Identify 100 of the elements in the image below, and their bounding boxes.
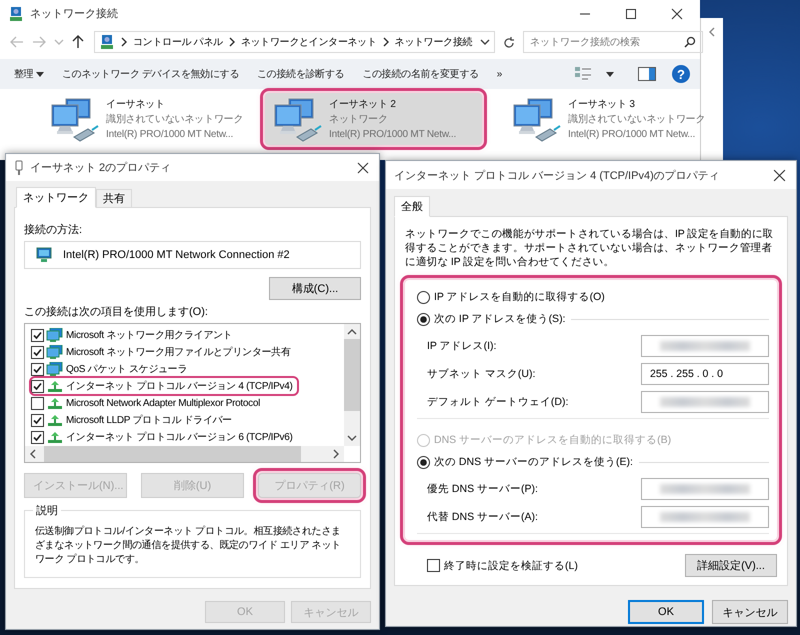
checkbox[interactable]: [31, 430, 44, 444]
network-adapter-icon: [35, 247, 53, 263]
items-list[interactable]: [24, 323, 361, 463]
toolbar-button[interactable]: この接続の名前を変更する: [356, 67, 485, 81]
caret-icon: [36, 72, 44, 77]
protocol-icon: [46, 379, 64, 393]
radio-option[interactable]: 次の IP アドレスを使う(S):: [417, 312, 566, 326]
radio-option[interactable]: 次の DNS サーバーのアドレスを使う(E):: [417, 455, 633, 469]
scrollbar[interactable]: [25, 446, 344, 462]
network-folder-icon: [99, 34, 115, 50]
breadcrumb-separator-icon[interactable]: [380, 37, 391, 47]
adapter-device: Intel(R) PRO/1000 MT Netw...: [106, 128, 234, 142]
field-label: 優先 DNS サーバー(P):: [427, 482, 538, 496]
field-label: IP アドレス(I):: [427, 339, 496, 353]
dialog-title: インターネット プロトコル バージョン 4 (TCP/IPv4)のプロパティ: [394, 168, 720, 182]
tab[interactable]: 全般: [394, 196, 430, 217]
list-label: この接続は次の項目を使用します(O):: [24, 304, 209, 319]
chevron-icon[interactable]: [707, 27, 717, 37]
radio-button[interactable]: [417, 312, 430, 326]
toolbar-button[interactable]: このネットワーク デバイスを無効にする: [56, 67, 245, 81]
ip-address-field[interactable]: 255 . 255 . 0 . 0: [641, 363, 769, 385]
list-item[interactable]: Microsoft LLDP プロトコル ドライバー: [66, 413, 232, 427]
ip-address-field[interactable]: [641, 506, 769, 528]
list-item[interactable]: インターネット プロトコル バージョン 6 (TCP/IPv6): [66, 430, 293, 444]
checkbox[interactable]: [31, 414, 44, 426]
list-item[interactable]: Microsoft Network Adapter Multiplexor Protocol: [66, 398, 260, 408]
field-value: 255 . 255 . 0 . 0: [650, 368, 723, 380]
dialog-button[interactable]: キャンセル: [712, 600, 788, 624]
intro-text: ネットワークでこの機能がサポートされている場合は、IP 設定を自動的に取得することができます。サポートされていない場合は、ネットワーク管理者に適切な IP 設定を問い合わせてください。: [405, 227, 774, 269]
tab[interactable]: 共有: [96, 189, 132, 208]
breadcrumb[interactable]: ネットワークとインターネット: [240, 35, 377, 49]
list-item[interactable]: QoS パケット スケジューラ: [66, 362, 188, 376]
checkbox[interactable]: [427, 559, 440, 572]
caret-icon[interactable]: [606, 72, 614, 76]
breadcrumb-separator-icon[interactable]: [226, 37, 237, 47]
checkbox[interactable]: [31, 396, 44, 410]
protocol-icon: [46, 430, 64, 444]
radio-button[interactable]: [417, 290, 430, 304]
checkbox-option[interactable]: 終了時に設定を検証する(L): [427, 558, 578, 572]
close-icon[interactable]: [357, 162, 369, 174]
view-options-icon[interactable]: [574, 66, 592, 82]
breadcrumb[interactable]: コントロール パネル: [133, 35, 223, 49]
close-icon[interactable]: [773, 168, 786, 182]
adapter-tile[interactable]: イーサネット 2 ネットワーク Intel(R) PRO/1000 MT Netw...: [265, 93, 482, 145]
more-button[interactable]: »: [490, 68, 508, 80]
ip-address-field[interactable]: [641, 478, 769, 500]
list-item[interactable]: Microsoft ネットワーク用クライアント: [66, 328, 232, 342]
adapter-device: Intel(R) PRO/1000 MT Netw...: [568, 128, 696, 142]
adapter-name: Intel(R) PRO/1000 MT Network Connection #2: [63, 249, 290, 261]
refresh-icon[interactable]: [503, 36, 516, 48]
checkbox[interactable]: [31, 346, 44, 358]
scroll-up-icon[interactable]: [347, 327, 357, 337]
radio-option[interactable]: IP アドレスを自動的に取得する(O): [417, 290, 605, 304]
dialog-button[interactable]: OK: [628, 600, 704, 624]
network-folder-icon: [8, 6, 24, 22]
help-icon[interactable]: ?: [672, 65, 690, 83]
preview-pane-icon[interactable]: [638, 67, 656, 81]
radio-button[interactable]: [417, 456, 430, 468]
ip-address-field[interactable]: [641, 335, 769, 357]
checkbox[interactable]: [31, 380, 44, 392]
tab[interactable]: ネットワーク: [16, 187, 96, 208]
protocol-icon: [46, 413, 64, 427]
scroll-down-icon[interactable]: [347, 433, 357, 443]
maximize-icon[interactable]: [625, 8, 637, 20]
checkbox[interactable]: [31, 328, 44, 342]
close-icon[interactable]: [671, 8, 683, 20]
search-icon[interactable]: [684, 36, 696, 48]
window-title: ネットワーク接続: [30, 6, 118, 21]
organize-menu[interactable]: 整理: [8, 67, 50, 81]
dropdown-icon[interactable]: [480, 37, 490, 47]
field-label: サブネット マスク(U):: [427, 367, 536, 381]
description-text: 伝送制御プロトコル/インターネット プロトコル。相互接続されたさまざまなネットワーク間の通信を提供する、既定のワイド エリア ネットワーク プロトコルです。: [35, 525, 342, 567]
scroll-right-icon[interactable]: [331, 449, 341, 459]
toolbar-button[interactable]: この接続を診断する: [250, 67, 350, 81]
adapter-name: イーサネット 3: [568, 98, 636, 112]
list-item[interactable]: Microsoft ネットワーク用ファイルとプリンター共有: [66, 345, 291, 359]
computer-icon: [46, 328, 64, 342]
adapter-icon: [14, 160, 24, 176]
computer-icon: [46, 362, 64, 376]
advanced-button[interactable]: 詳細設定(V)...: [685, 554, 777, 577]
scrollbar[interactable]: [344, 324, 360, 446]
breadcrumb[interactable]: ネットワーク接続: [394, 35, 472, 49]
checkbox[interactable]: [31, 362, 44, 376]
adapter-network: 識別されていないネットワーク: [106, 112, 244, 127]
adapter-name: イーサネット: [106, 98, 166, 112]
list-item[interactable]: インターネット プロトコル バージョン 4 (TCP/IPv4): [66, 379, 293, 393]
protocol-icon: [46, 396, 64, 410]
scroll-left-icon[interactable]: [28, 449, 38, 459]
configure-button[interactable]: 構成(C)...: [269, 277, 361, 300]
group-title: 説明: [33, 503, 61, 518]
up-icon[interactable]: [72, 35, 84, 49]
field-label: 接続の方法:: [24, 222, 84, 237]
adapter-tile[interactable]: イーサネット 識別されていないネットワーク Intel(R) PRO/1000 MT Netw...: [42, 93, 259, 145]
dialog-title: イーサネット 2のプロパティ: [30, 160, 172, 175]
search-box[interactable]: ネットワーク接続の検索: [523, 31, 704, 53]
ip-address-field[interactable]: [641, 391, 769, 413]
breadcrumb-separator-icon[interactable]: [119, 37, 129, 47]
field-label: 代替 DNS サーバー(A):: [427, 510, 538, 524]
address-bar[interactable]: コントロール パネル ネットワークとインターネット ネットワーク接続: [94, 31, 496, 53]
adapter-device: Intel(R) PRO/1000 MT Netw...: [329, 128, 456, 142]
